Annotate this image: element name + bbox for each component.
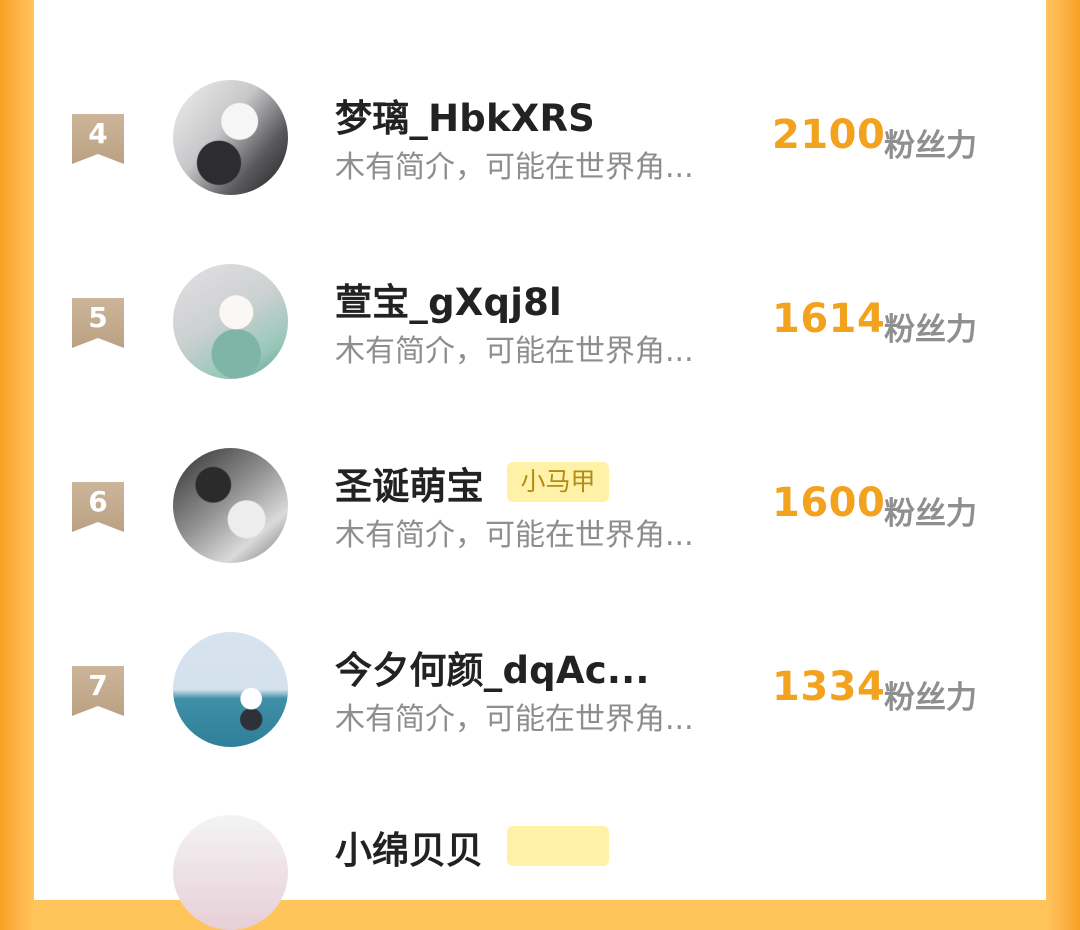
fan-power-score: 1334: [772, 664, 886, 710]
list-item[interactable]: 7 今夕何颜_dqAc... 木有简介，可能在世界角... 1334 粉丝力: [0, 632, 1080, 816]
user-avatar[interactable]: [173, 80, 288, 195]
partial-list-item[interactable]: 小绵贝贝: [0, 810, 1080, 930]
rank-badge: 7: [72, 666, 124, 716]
partial-tag: [507, 826, 609, 866]
user-avatar[interactable]: [173, 632, 288, 747]
list-item[interactable]: 4 梦璃_HbkXRS 木有简介，可能在世界角... 2100 粉丝力: [0, 80, 1080, 264]
user-tag: 小马甲: [507, 462, 609, 502]
user-name[interactable]: 圣诞萌宝: [335, 456, 484, 510]
fan-power-label: 粉丝力: [884, 680, 977, 716]
fan-power-label: 粉丝力: [884, 496, 977, 532]
rank-badge: 5: [72, 298, 124, 348]
partial-avatar[interactable]: [173, 815, 288, 930]
partial-name: 小绵贝贝: [335, 829, 483, 872]
user-bio: 木有简介，可能在世界角...: [335, 150, 694, 185]
rank-badge: 4: [72, 114, 124, 164]
list-item[interactable]: 5 萱宝_gXqj8l 木有简介，可能在世界角... 1614 粉丝力: [0, 264, 1080, 448]
rank-badge: 6: [72, 482, 124, 532]
user-bio: 木有简介，可能在世界角...: [335, 334, 694, 369]
user-name[interactable]: 梦璃_HbkXRS: [335, 88, 595, 142]
user-bio: 木有简介，可能在世界角...: [335, 702, 694, 737]
fan-power-score: 1614: [772, 296, 886, 342]
user-avatar[interactable]: [173, 264, 288, 379]
user-name[interactable]: 萱宝_gXqj8l: [335, 272, 562, 326]
user-avatar[interactable]: [173, 448, 288, 563]
list-item[interactable]: 6 圣诞萌宝 小马甲木有简介，可能在世界角... 1600 粉丝力: [0, 448, 1080, 632]
user-bio: 木有简介，可能在世界角...: [335, 518, 694, 553]
fan-power-label: 粉丝力: [884, 312, 977, 348]
user-name[interactable]: 今夕何颜_dqAc...: [335, 640, 650, 694]
fan-power-score: 2100: [772, 112, 886, 158]
fan-power-label: 粉丝力: [884, 128, 977, 164]
fan-power-score: 1600: [772, 480, 886, 526]
